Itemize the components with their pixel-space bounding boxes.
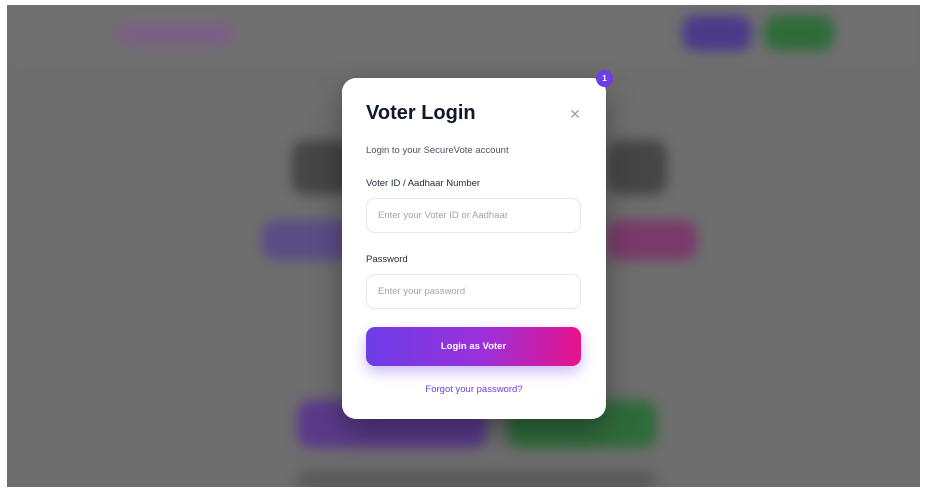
background-logo <box>115 23 235 45</box>
background-footer-row <box>297 470 657 487</box>
voter-id-label: Voter ID / Aadhaar Number <box>366 178 481 189</box>
voter-id-input[interactable] <box>366 198 581 233</box>
modal-subtitle: Login to your SecureVote account <box>366 145 509 156</box>
background-pill-left <box>262 220 352 260</box>
voter-login-modal: Voter Login ✕ Login to your SecureVote a… <box>342 78 606 419</box>
password-label: Password <box>366 254 408 265</box>
background-heading-right <box>607 140 667 195</box>
password-input[interactable] <box>366 274 581 309</box>
background-button-primary <box>682 15 752 51</box>
background-pill-right <box>607 220 697 260</box>
close-icon[interactable]: ✕ <box>568 107 582 121</box>
forgot-password-link[interactable]: Forgot your password? <box>342 384 606 395</box>
login-as-voter-button[interactable]: Login as Voter <box>366 327 581 366</box>
modal-title: Voter Login <box>366 102 476 124</box>
notification-badge: 1 <box>596 70 613 87</box>
background-button-secondary <box>764 15 834 51</box>
